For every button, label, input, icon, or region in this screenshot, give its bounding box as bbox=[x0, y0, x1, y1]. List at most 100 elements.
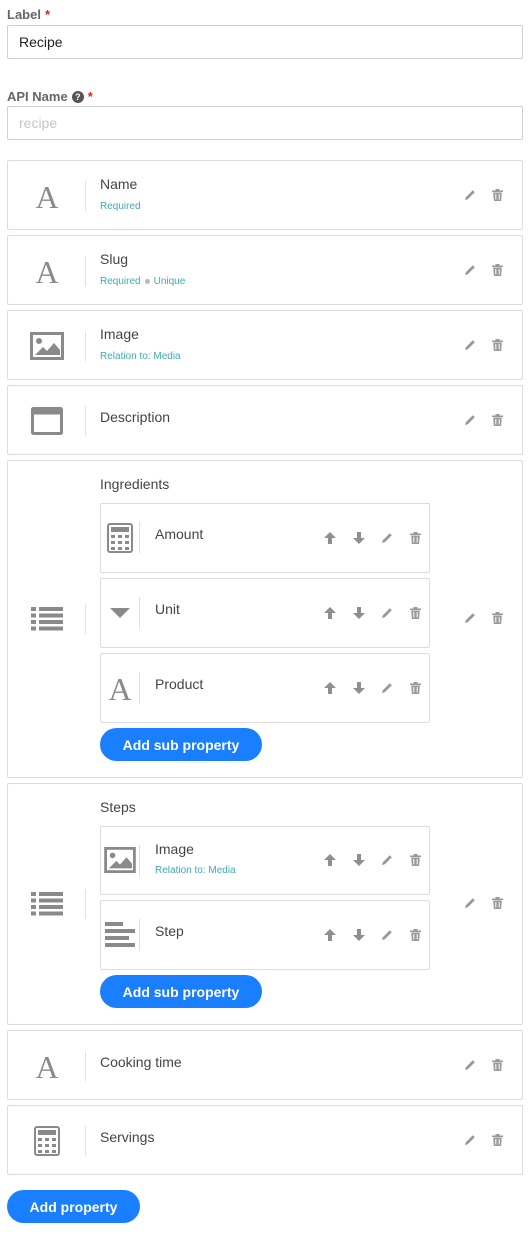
sub-property-name: Step bbox=[155, 923, 184, 939]
sub-property-card-unit: Unit bbox=[100, 578, 430, 648]
pencil-icon[interactable] bbox=[463, 338, 477, 352]
pencil-icon[interactable] bbox=[380, 606, 394, 620]
label-field-label: Label * bbox=[7, 7, 50, 22]
label-input[interactable] bbox=[7, 25, 523, 59]
api-name-input[interactable] bbox=[7, 106, 523, 140]
property-card-slug: A Slug Required Unique bbox=[7, 235, 523, 305]
divider bbox=[85, 406, 86, 436]
trash-icon[interactable] bbox=[490, 338, 504, 352]
arrow-down-icon[interactable] bbox=[352, 853, 366, 867]
select-type-icon bbox=[104, 596, 136, 630]
pencil-icon[interactable] bbox=[463, 188, 477, 202]
divider bbox=[139, 597, 140, 629]
add-property-button[interactable]: Add property bbox=[7, 1190, 140, 1223]
sub-property-card-step: Step bbox=[100, 900, 430, 970]
add-sub-property-button[interactable]: Add sub property bbox=[100, 728, 262, 761]
divider bbox=[85, 256, 86, 286]
trash-icon[interactable] bbox=[490, 263, 504, 277]
trash-icon[interactable] bbox=[408, 681, 422, 695]
text-type-icon: A bbox=[104, 671, 136, 705]
pencil-icon[interactable] bbox=[380, 853, 394, 867]
property-name: Image bbox=[100, 326, 139, 342]
pencil-icon[interactable] bbox=[463, 413, 477, 427]
api-name-text: API Name bbox=[7, 89, 68, 104]
trash-icon[interactable] bbox=[490, 1058, 504, 1072]
property-card-ingredients: Ingredients Amount Unit A Product Add su… bbox=[7, 460, 523, 778]
arrow-up-icon[interactable] bbox=[323, 531, 337, 545]
number-type-icon bbox=[25, 1123, 69, 1159]
required-mark: * bbox=[87, 89, 93, 104]
divider bbox=[139, 672, 140, 704]
text-type-icon: A bbox=[25, 178, 69, 214]
property-card-name: A Name Required bbox=[7, 160, 523, 230]
property-name: Slug bbox=[100, 251, 129, 267]
meta-required: Required bbox=[100, 201, 141, 212]
property-meta: Required Unique bbox=[100, 276, 185, 287]
property-card-servings: Servings bbox=[7, 1105, 523, 1175]
question-circle-icon[interactable]: ? bbox=[71, 90, 84, 103]
sub-property-name: Image bbox=[155, 841, 194, 857]
pencil-icon[interactable] bbox=[463, 1058, 477, 1072]
divider bbox=[85, 889, 86, 919]
image-type-icon bbox=[104, 843, 136, 877]
property-name: Description bbox=[100, 409, 171, 425]
meta-required: Required bbox=[100, 276, 141, 287]
arrow-up-icon[interactable] bbox=[323, 606, 337, 620]
meta-unique: Unique bbox=[153, 276, 186, 287]
trash-icon[interactable] bbox=[490, 188, 504, 202]
sub-property-card-amount: Amount bbox=[100, 503, 430, 573]
svg-text:A: A bbox=[108, 673, 131, 703]
property-name: Ingredients bbox=[100, 476, 170, 492]
sub-property-meta: Relation to: Media bbox=[155, 865, 236, 876]
arrow-down-icon[interactable] bbox=[352, 681, 366, 695]
pencil-icon[interactable] bbox=[380, 928, 394, 942]
sub-property-name: Amount bbox=[155, 526, 204, 542]
divider bbox=[85, 604, 86, 634]
arrow-up-icon[interactable] bbox=[323, 928, 337, 942]
meta-relation: Relation to: Media bbox=[100, 351, 181, 362]
trash-icon[interactable] bbox=[490, 1133, 504, 1147]
svg-text:A: A bbox=[35, 181, 58, 211]
sub-property-name: Product bbox=[155, 676, 204, 692]
arrow-up-icon[interactable] bbox=[323, 681, 337, 695]
pencil-icon[interactable] bbox=[463, 611, 477, 625]
number-type-icon bbox=[104, 521, 136, 555]
property-card-cooking-time: A Cooking time bbox=[7, 1030, 523, 1100]
trash-icon[interactable] bbox=[408, 606, 422, 620]
arrow-down-icon[interactable] bbox=[352, 531, 366, 545]
add-sub-property-button[interactable]: Add sub property bbox=[100, 975, 262, 1008]
arrow-down-icon[interactable] bbox=[352, 928, 366, 942]
property-name: Steps bbox=[100, 799, 136, 815]
meta-separator-dot bbox=[144, 279, 150, 284]
divider bbox=[85, 1126, 86, 1156]
trash-icon[interactable] bbox=[490, 413, 504, 427]
sub-property-name: Unit bbox=[155, 601, 180, 617]
divider bbox=[139, 845, 140, 877]
arrow-up-icon[interactable] bbox=[323, 853, 337, 867]
trash-icon[interactable] bbox=[408, 853, 422, 867]
divider bbox=[85, 181, 86, 211]
trash-icon[interactable] bbox=[490, 896, 504, 910]
list-type-icon bbox=[25, 601, 69, 637]
pencil-icon[interactable] bbox=[463, 263, 477, 277]
arrow-down-icon[interactable] bbox=[352, 606, 366, 620]
api-name-field-label: API Name ? * bbox=[7, 89, 93, 104]
pencil-icon[interactable] bbox=[463, 896, 477, 910]
pencil-icon[interactable] bbox=[463, 1133, 477, 1147]
pencil-icon[interactable] bbox=[380, 531, 394, 545]
svg-text:A: A bbox=[35, 256, 58, 286]
svg-text:A: A bbox=[35, 1051, 58, 1081]
trash-icon[interactable] bbox=[490, 611, 504, 625]
divider bbox=[139, 522, 140, 554]
text-type-icon: A bbox=[25, 1048, 69, 1084]
property-card-image: Image Relation to: Media bbox=[7, 310, 523, 380]
property-name: Servings bbox=[100, 1129, 155, 1145]
sub-property-card-image: Image Relation to: Media bbox=[100, 826, 430, 895]
trash-icon[interactable] bbox=[408, 531, 422, 545]
divider bbox=[139, 919, 140, 951]
divider bbox=[85, 1051, 86, 1081]
pencil-icon[interactable] bbox=[380, 681, 394, 695]
property-meta: Required bbox=[100, 201, 141, 212]
trash-icon[interactable] bbox=[408, 928, 422, 942]
paragraph-type-icon bbox=[104, 918, 136, 952]
